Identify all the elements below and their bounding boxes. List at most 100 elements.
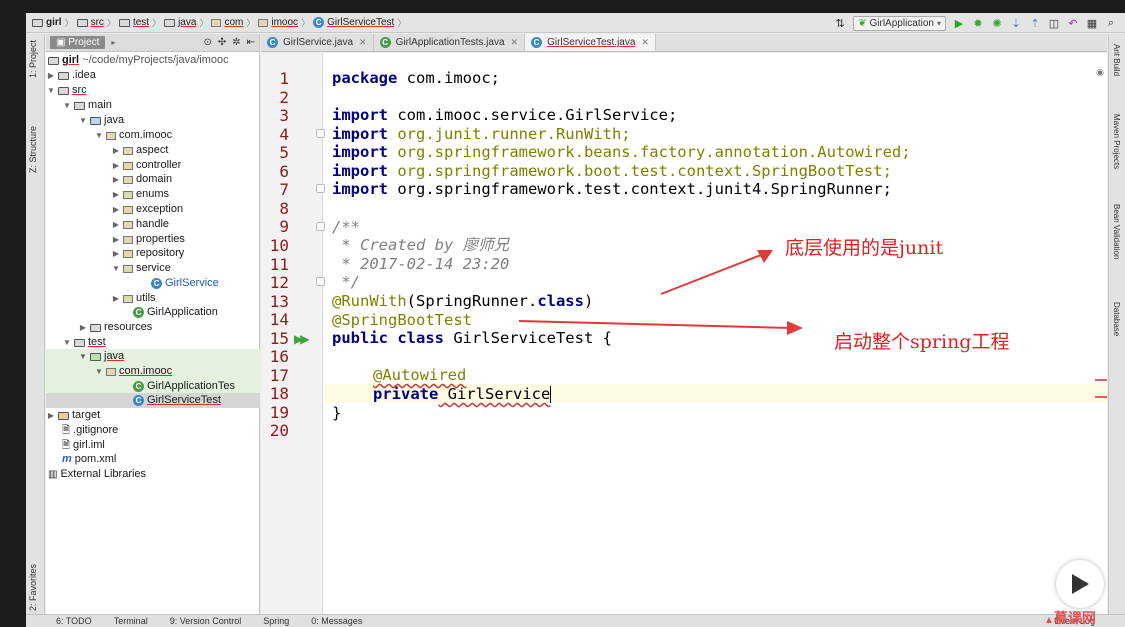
run-configuration-select[interactable]: ❦ GirlApplication ▾ (853, 15, 946, 31)
ant-build-tab[interactable]: Ant Build (1112, 44, 1121, 76)
tree-item-exception[interactable]: ▶ exception (111, 202, 183, 217)
folder-icon: ▣ (56, 37, 69, 48)
tree-item-controller[interactable]: ▶ controller (111, 158, 181, 173)
code-line-6: import org.springframework.boot.test.con… (332, 162, 892, 180)
breadcrumb-girlservicetest[interactable]: C GirlServiceTest 〉 (313, 16, 409, 29)
run-gutter-icon[interactable]: ▶▶ (294, 332, 310, 346)
tree-item-enums[interactable]: ▶ enums (111, 187, 169, 202)
fold-icon[interactable] (316, 129, 325, 138)
chevron-right-icon: ▶ (112, 175, 120, 184)
run-icon[interactable]: ▶ (953, 17, 965, 30)
line-number: 2 (279, 87, 289, 107)
chevron-right-icon: ▶ (112, 146, 120, 155)
tree-item-target[interactable]: ▶ target (46, 408, 100, 423)
tree-item-pom[interactable]: m pom.xml (62, 452, 116, 467)
tree-item-girl-iml[interactable]: 🗎 girl.iml (62, 438, 105, 453)
spring-tab[interactable]: Spring (263, 616, 289, 626)
tree-item-java[interactable]: ▼ java (78, 113, 124, 128)
tree-item-handle[interactable]: ▶ handle (111, 217, 169, 232)
error-marker[interactable] (1095, 379, 1107, 381)
package-icon (123, 294, 133, 303)
code-line-3: import com.imooc.service.GirlService; (332, 106, 678, 124)
tree-item-gitignore[interactable]: 🗎 .gitignore (62, 423, 118, 438)
project-view-select[interactable]: ▣ Project (50, 36, 106, 49)
breadcrumb-src[interactable]: src 〉 (76, 16, 119, 29)
bean-validation-tab[interactable]: Bean Validation (1112, 204, 1121, 259)
tree-item-utils[interactable]: ▶ utils (111, 291, 156, 306)
editor-tab-bar: C GirlService.java ✕ C GirlApplicationTests… (261, 34, 1107, 52)
tree-item-test[interactable]: ▼ test (62, 335, 106, 350)
coverage-icon[interactable]: ✺ (991, 17, 1003, 30)
video-play-button[interactable] (1056, 560, 1104, 608)
tab-girlservicetest[interactable]: C GirlServiceTest.java ✕ (525, 34, 656, 51)
tab-girlapplicationtests[interactable]: C GirlApplicationTests.java ✕ (374, 34, 526, 51)
inspection-eye-icon[interactable]: ◉ (1096, 67, 1104, 78)
tree-item-test-java[interactable]: ▼ java (46, 349, 260, 364)
vcs-history-icon[interactable]: ◫ (1048, 17, 1060, 30)
tree-item-girlapplication[interactable]: C GirlApplication (133, 305, 218, 320)
sort-icon[interactable]: ⇅ (834, 17, 846, 30)
package-icon (106, 367, 116, 376)
code-line-10: * Created by 廖师兄 (332, 236, 510, 254)
code-editor[interactable]: 1 2 3 4 5 6 7 8 9 10 11 12 13 14 15 16 17 18 19 20 ▶▶ packa… (261, 53, 1107, 614)
collapse-icon[interactable]: ✣ (218, 37, 226, 48)
favorites-tool-tab[interactable]: 2: Favorites (28, 564, 38, 611)
breadcrumb-test[interactable]: test 〉 (118, 16, 164, 29)
folder-icon (58, 71, 69, 80)
structure-icon[interactable]: ▦ (1086, 17, 1098, 30)
gear-icon[interactable]: ✲ (232, 37, 240, 48)
sync-icon[interactable]: ⊙ (203, 37, 211, 48)
fold-icon[interactable] (316, 184, 325, 193)
class-icon: C (267, 37, 278, 48)
tree-item-girlservice[interactable]: C GirlService (151, 276, 219, 291)
tree-item-main[interactable]: ▼ main (62, 98, 112, 113)
vcs-commit-icon[interactable]: ⇡ (1029, 17, 1041, 30)
tree-item-idea[interactable]: ▶ .idea (46, 68, 96, 83)
code-line-1: package com.imooc; (332, 69, 500, 87)
tree-item-girlapplicationtests[interactable]: C GirlApplicationTes (46, 379, 260, 394)
tree-item-test-com-imooc[interactable]: ▼ com.imooc (46, 364, 260, 379)
structure-tool-tab[interactable]: Z: Structure (28, 126, 38, 173)
tree-item-properties[interactable]: ▶ properties (111, 232, 185, 247)
search-icon[interactable]: ⌕ (1105, 17, 1117, 29)
breadcrumb-girl[interactable]: girl 〉 (32, 16, 77, 29)
tree-item-resources[interactable]: ▶ resources (78, 320, 152, 335)
code-line-13: @RunWith(SpringRunner.class) (332, 292, 594, 310)
tree-item-girlservicetest[interactable]: C GirlServiceTest (46, 393, 260, 408)
database-tab[interactable]: Database (1112, 302, 1121, 336)
tree-item-external-libraries[interactable]: ▥ External Libraries (48, 467, 146, 482)
package-icon (123, 264, 133, 273)
version-control-tab[interactable]: 9: Version Control (170, 616, 242, 626)
debug-icon[interactable]: ✹ (972, 17, 984, 30)
fold-icon[interactable] (316, 222, 325, 231)
tree-item-com-imooc[interactable]: ▼ com.imooc (94, 128, 172, 143)
left-tool-strip: 1: Project Z: Structure 2: Favorites ★ (26, 34, 45, 627)
package-icon (123, 205, 133, 214)
chevron-right-icon: ▶ (112, 205, 120, 214)
breadcrumb-java[interactable]: java 〉 (164, 16, 211, 29)
fold-icon[interactable] (316, 277, 325, 286)
tree-item-domain[interactable]: ▶ domain (111, 172, 172, 187)
close-icon[interactable]: ✕ (511, 37, 519, 48)
hide-icon[interactable]: ⇤ (247, 37, 255, 48)
messages-tab[interactable]: 0: Messages (311, 616, 362, 626)
tree-item-src[interactable]: ▼ src (46, 83, 87, 98)
error-marker[interactable] (1095, 396, 1107, 398)
close-icon[interactable]: ✕ (359, 37, 367, 48)
vcs-update-icon[interactable]: ⇣ (1010, 17, 1022, 30)
revert-icon[interactable]: ↶ (1067, 17, 1079, 30)
todo-tab[interactable]: 6: TODO (56, 616, 92, 626)
tree-item-service[interactable]: ▼ service (111, 261, 171, 276)
terminal-tab[interactable]: Terminal (114, 616, 148, 626)
breadcrumb-imooc[interactable]: imooc 〉 (258, 16, 313, 29)
tree-item-aspect[interactable]: ▶ aspect (111, 143, 169, 158)
tab-girlservice[interactable]: C GirlService.java ✕ (261, 34, 374, 51)
breadcrumb-com[interactable]: com 〉 (211, 16, 258, 29)
close-icon[interactable]: ✕ (641, 37, 649, 48)
chevron-right-icon[interactable]: ▸ (111, 38, 115, 47)
maven-projects-tab[interactable]: Maven Projects (1112, 114, 1121, 169)
project-tool-tab[interactable]: 1: Project (28, 40, 38, 78)
tree-item-girl[interactable]: girl ~/code/myProjects/java/imooc (48, 53, 229, 68)
chevron-down-icon: ▼ (79, 352, 87, 361)
tree-item-repository[interactable]: ▶ repository (111, 246, 184, 261)
